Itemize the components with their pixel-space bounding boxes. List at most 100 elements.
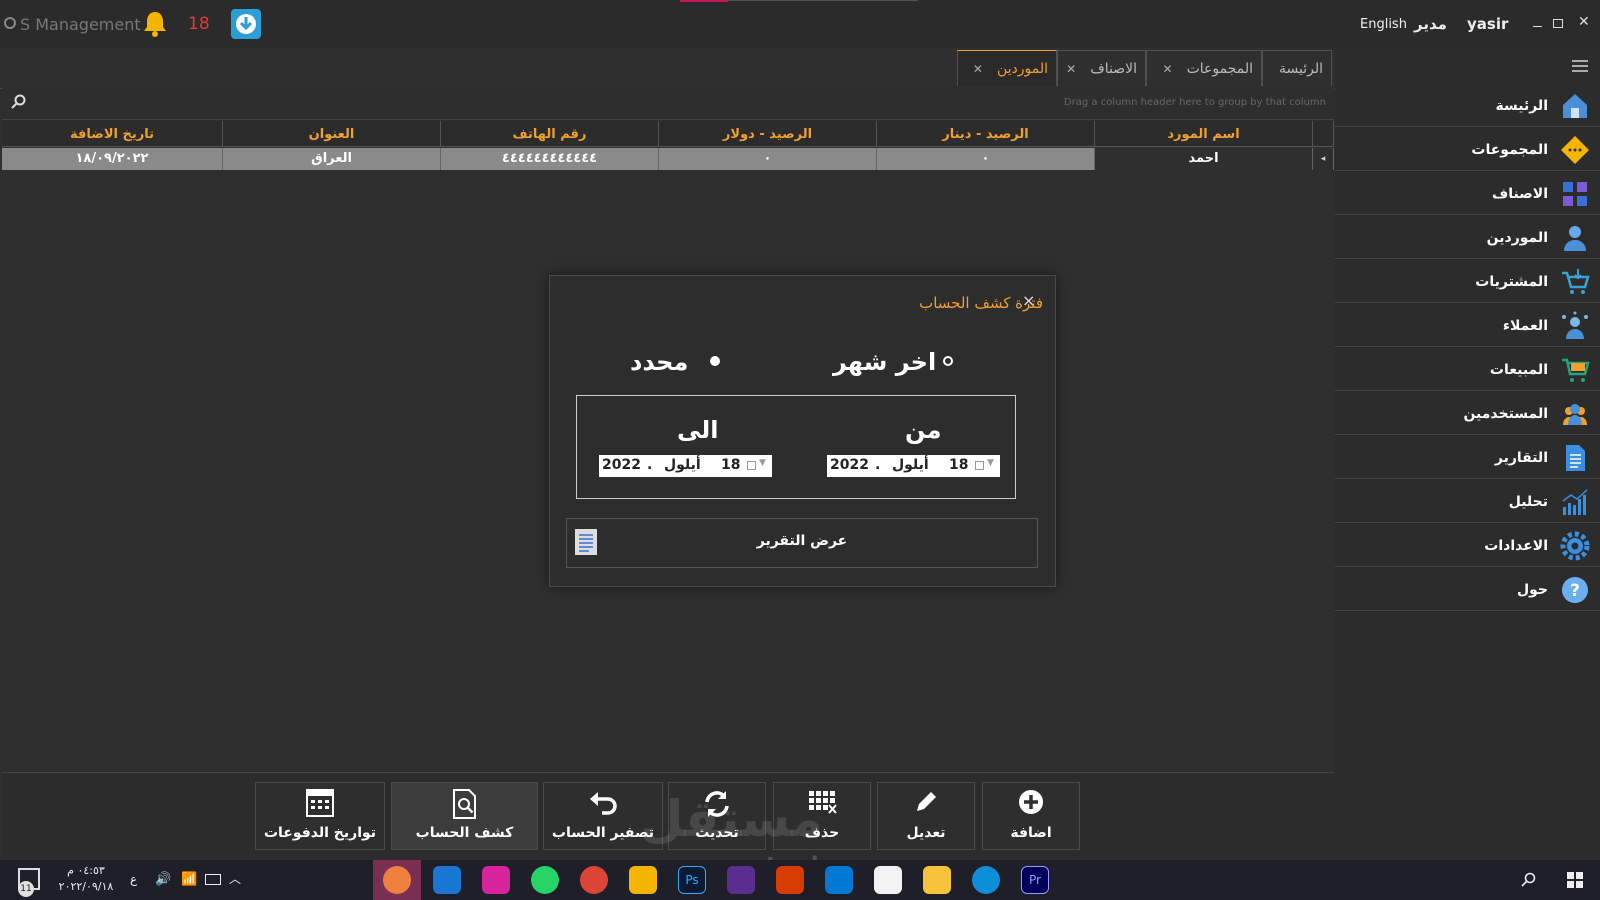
column-header-date-added[interactable]: تاريخ الاضافة bbox=[2, 121, 223, 147]
column-header-balance-dinar[interactable]: الرصيد - دينار bbox=[877, 121, 1095, 147]
user-role: مدير bbox=[1414, 15, 1447, 33]
table-row[interactable]: احمد ٠ ٠ ٤٤٤٤٤٤٤٤٤٤٤٤ العراق ١٨/٠٩/٢٠٢٢ … bbox=[2, 148, 1334, 170]
tab-home[interactable]: الرئيسة bbox=[1262, 50, 1332, 86]
dialog-close-button[interactable]: × bbox=[1022, 291, 1035, 310]
radio-last-month[interactable]: اخر شهر bbox=[833, 344, 973, 380]
volume-icon[interactable]: 🔊 bbox=[155, 872, 171, 887]
sidebar-item-customers[interactable]: العملاء bbox=[1335, 304, 1600, 347]
help-icon: ? bbox=[1562, 577, 1588, 603]
notification-badge: 11 bbox=[18, 881, 34, 897]
add-icon bbox=[1019, 790, 1043, 814]
cell-date-added[interactable]: ١٨/٠٩/٢٠٢٢ bbox=[2, 148, 223, 170]
column-header-phone[interactable]: رقم الهاتف bbox=[441, 121, 659, 147]
app-icon-office[interactable] bbox=[776, 866, 804, 894]
app-icon-browser[interactable] bbox=[383, 866, 411, 894]
app-icon-chrome[interactable] bbox=[580, 866, 608, 894]
sidebar-item-groups[interactable]: المجموعات bbox=[1335, 128, 1600, 171]
bell-icon[interactable] bbox=[142, 10, 168, 42]
column-header-address[interactable]: العنوان bbox=[223, 121, 441, 147]
edit-pencil-icon bbox=[917, 792, 936, 811]
sidebar-item-label: الرئيسة bbox=[1495, 98, 1548, 114]
app-icon-whatsapp[interactable] bbox=[531, 866, 559, 894]
edit-button[interactable]: تعديل bbox=[877, 782, 975, 850]
app-icon-mail[interactable] bbox=[825, 866, 853, 894]
chevron-down-icon[interactable]: ▼ bbox=[987, 458, 994, 468]
windows-start-icon[interactable] bbox=[1567, 872, 1583, 892]
analysis-chart-icon bbox=[1562, 489, 1588, 515]
date-range-group: من الى 2022 . أيلول 18 ▼ 2022 . أيلول 18… bbox=[576, 395, 1016, 499]
cell-supplier-name[interactable]: احمد bbox=[1095, 148, 1313, 170]
minimize-button[interactable] bbox=[1533, 26, 1542, 27]
watermark-text: مستقل bbox=[640, 790, 823, 848]
wifi-icon[interactable]: 📶 bbox=[181, 872, 197, 887]
sidebar-item-sales[interactable]: المبيعات bbox=[1335, 348, 1600, 391]
notification-count: 18 bbox=[188, 14, 210, 34]
calendar-checkbox-icon[interactable] bbox=[975, 461, 984, 470]
tab-close-icon[interactable]: ✕ bbox=[973, 62, 983, 76]
cell-balance-dollar[interactable]: ٠ bbox=[659, 148, 877, 170]
sidebar-item-label: الاعدادات bbox=[1484, 538, 1548, 554]
close-window-button[interactable]: ✕ bbox=[1578, 14, 1590, 30]
chevron-up-icon[interactable]: ︿ bbox=[229, 870, 241, 887]
statement-search-icon bbox=[452, 789, 476, 819]
app-icon-instagram[interactable] bbox=[482, 866, 510, 894]
radio-selected-icon bbox=[710, 356, 720, 366]
tab-groups[interactable]: المجموعات ✕ bbox=[1146, 50, 1262, 86]
taskbar-date: ٢٠٢٢/٠٩/١٨ bbox=[58, 880, 114, 893]
sidebar-item-analysis[interactable]: تحليل bbox=[1335, 480, 1600, 523]
search-icon[interactable] bbox=[10, 94, 26, 114]
app-icon-edge[interactable] bbox=[972, 866, 1000, 894]
sidebar-item-users[interactable]: المستخدمين bbox=[1335, 392, 1600, 435]
tab-close-icon[interactable]: ✕ bbox=[1066, 62, 1076, 76]
tab-suppliers[interactable]: الموردين ✕ bbox=[957, 50, 1057, 86]
calendar-checkbox-icon[interactable] bbox=[747, 461, 756, 470]
sidebar-item-suppliers[interactable]: الموردين bbox=[1335, 216, 1600, 259]
tab-categories[interactable]: الاصناف ✕ bbox=[1057, 50, 1146, 86]
sidebar-item-about[interactable]: حول ? bbox=[1335, 568, 1600, 611]
from-label: من bbox=[905, 416, 942, 444]
taskbar-language[interactable]: ع bbox=[130, 872, 137, 886]
column-header-balance-dollar[interactable]: الرصيد - دولار bbox=[659, 121, 877, 147]
column-header-supplier-name[interactable]: اسم المورد bbox=[1095, 121, 1313, 147]
to-date-picker[interactable]: 2022 . أيلول 18 ▼ bbox=[599, 455, 772, 477]
sidebar-item-reports[interactable]: التقارير bbox=[1335, 436, 1600, 479]
show-report-button[interactable]: عرض التقرير bbox=[566, 518, 1038, 568]
chevron-down-icon[interactable]: ▼ bbox=[759, 458, 766, 468]
account-statement-button[interactable]: كشف الحساب bbox=[391, 782, 538, 850]
download-update-icon[interactable] bbox=[230, 8, 262, 40]
tab-close-icon[interactable]: ✕ bbox=[1163, 62, 1173, 76]
app-icon-visual-studio[interactable] bbox=[727, 866, 755, 894]
from-date-picker[interactable]: 2022 . أيلول 18 ▼ bbox=[827, 455, 1000, 477]
to-label: الى bbox=[677, 416, 719, 444]
app-icon-file-explorer[interactable] bbox=[923, 866, 951, 894]
radio-specific[interactable]: محدد bbox=[630, 344, 750, 380]
home-icon bbox=[1563, 94, 1587, 118]
add-button[interactable]: اضافة bbox=[982, 782, 1080, 850]
cell-balance-dinar[interactable]: ٠ bbox=[877, 148, 1095, 170]
group-by-panel[interactable]: Drag a column header here to group by th… bbox=[2, 88, 1334, 120]
sidebar-item-purchases[interactable]: المشتريات bbox=[1335, 260, 1600, 303]
language-link[interactable]: English bbox=[1360, 17, 1407, 32]
battery-icon[interactable] bbox=[205, 874, 221, 885]
app-icon-snip[interactable] bbox=[629, 866, 657, 894]
payment-dates-button[interactable]: تواريخ الدفوعات bbox=[255, 782, 385, 850]
sidebar-item-label: الموردين bbox=[1486, 230, 1548, 246]
sidebar-item-label: حول bbox=[1516, 582, 1548, 598]
app-icon-photoshop[interactable]: Ps bbox=[678, 866, 706, 894]
sidebar-item-home[interactable]: الرئيسة bbox=[1335, 84, 1600, 127]
taskbar-search-icon[interactable] bbox=[1520, 872, 1536, 892]
app-icon-media[interactable] bbox=[433, 866, 461, 894]
restore-button[interactable] bbox=[1553, 19, 1563, 28]
hamburger-menu-icon[interactable] bbox=[1572, 60, 1588, 72]
app-icon-premiere[interactable]: Pr bbox=[1021, 866, 1049, 894]
cell-phone[interactable]: ٤٤٤٤٤٤٤٤٤٤٤٤ bbox=[441, 148, 659, 170]
from-date-year: 2022 bbox=[830, 457, 869, 473]
to-date-year: 2022 bbox=[602, 457, 641, 473]
sidebar-item-settings[interactable]: الاعدادات bbox=[1335, 524, 1600, 567]
app-title: S Management bbox=[20, 15, 141, 34]
app-icon-store[interactable] bbox=[874, 866, 902, 894]
title-accent-line bbox=[680, 0, 728, 2]
reset-undo-icon bbox=[590, 792, 617, 815]
cell-address[interactable]: العراق bbox=[223, 148, 441, 170]
sidebar-item-categories[interactable]: الاصناف bbox=[1335, 172, 1600, 215]
